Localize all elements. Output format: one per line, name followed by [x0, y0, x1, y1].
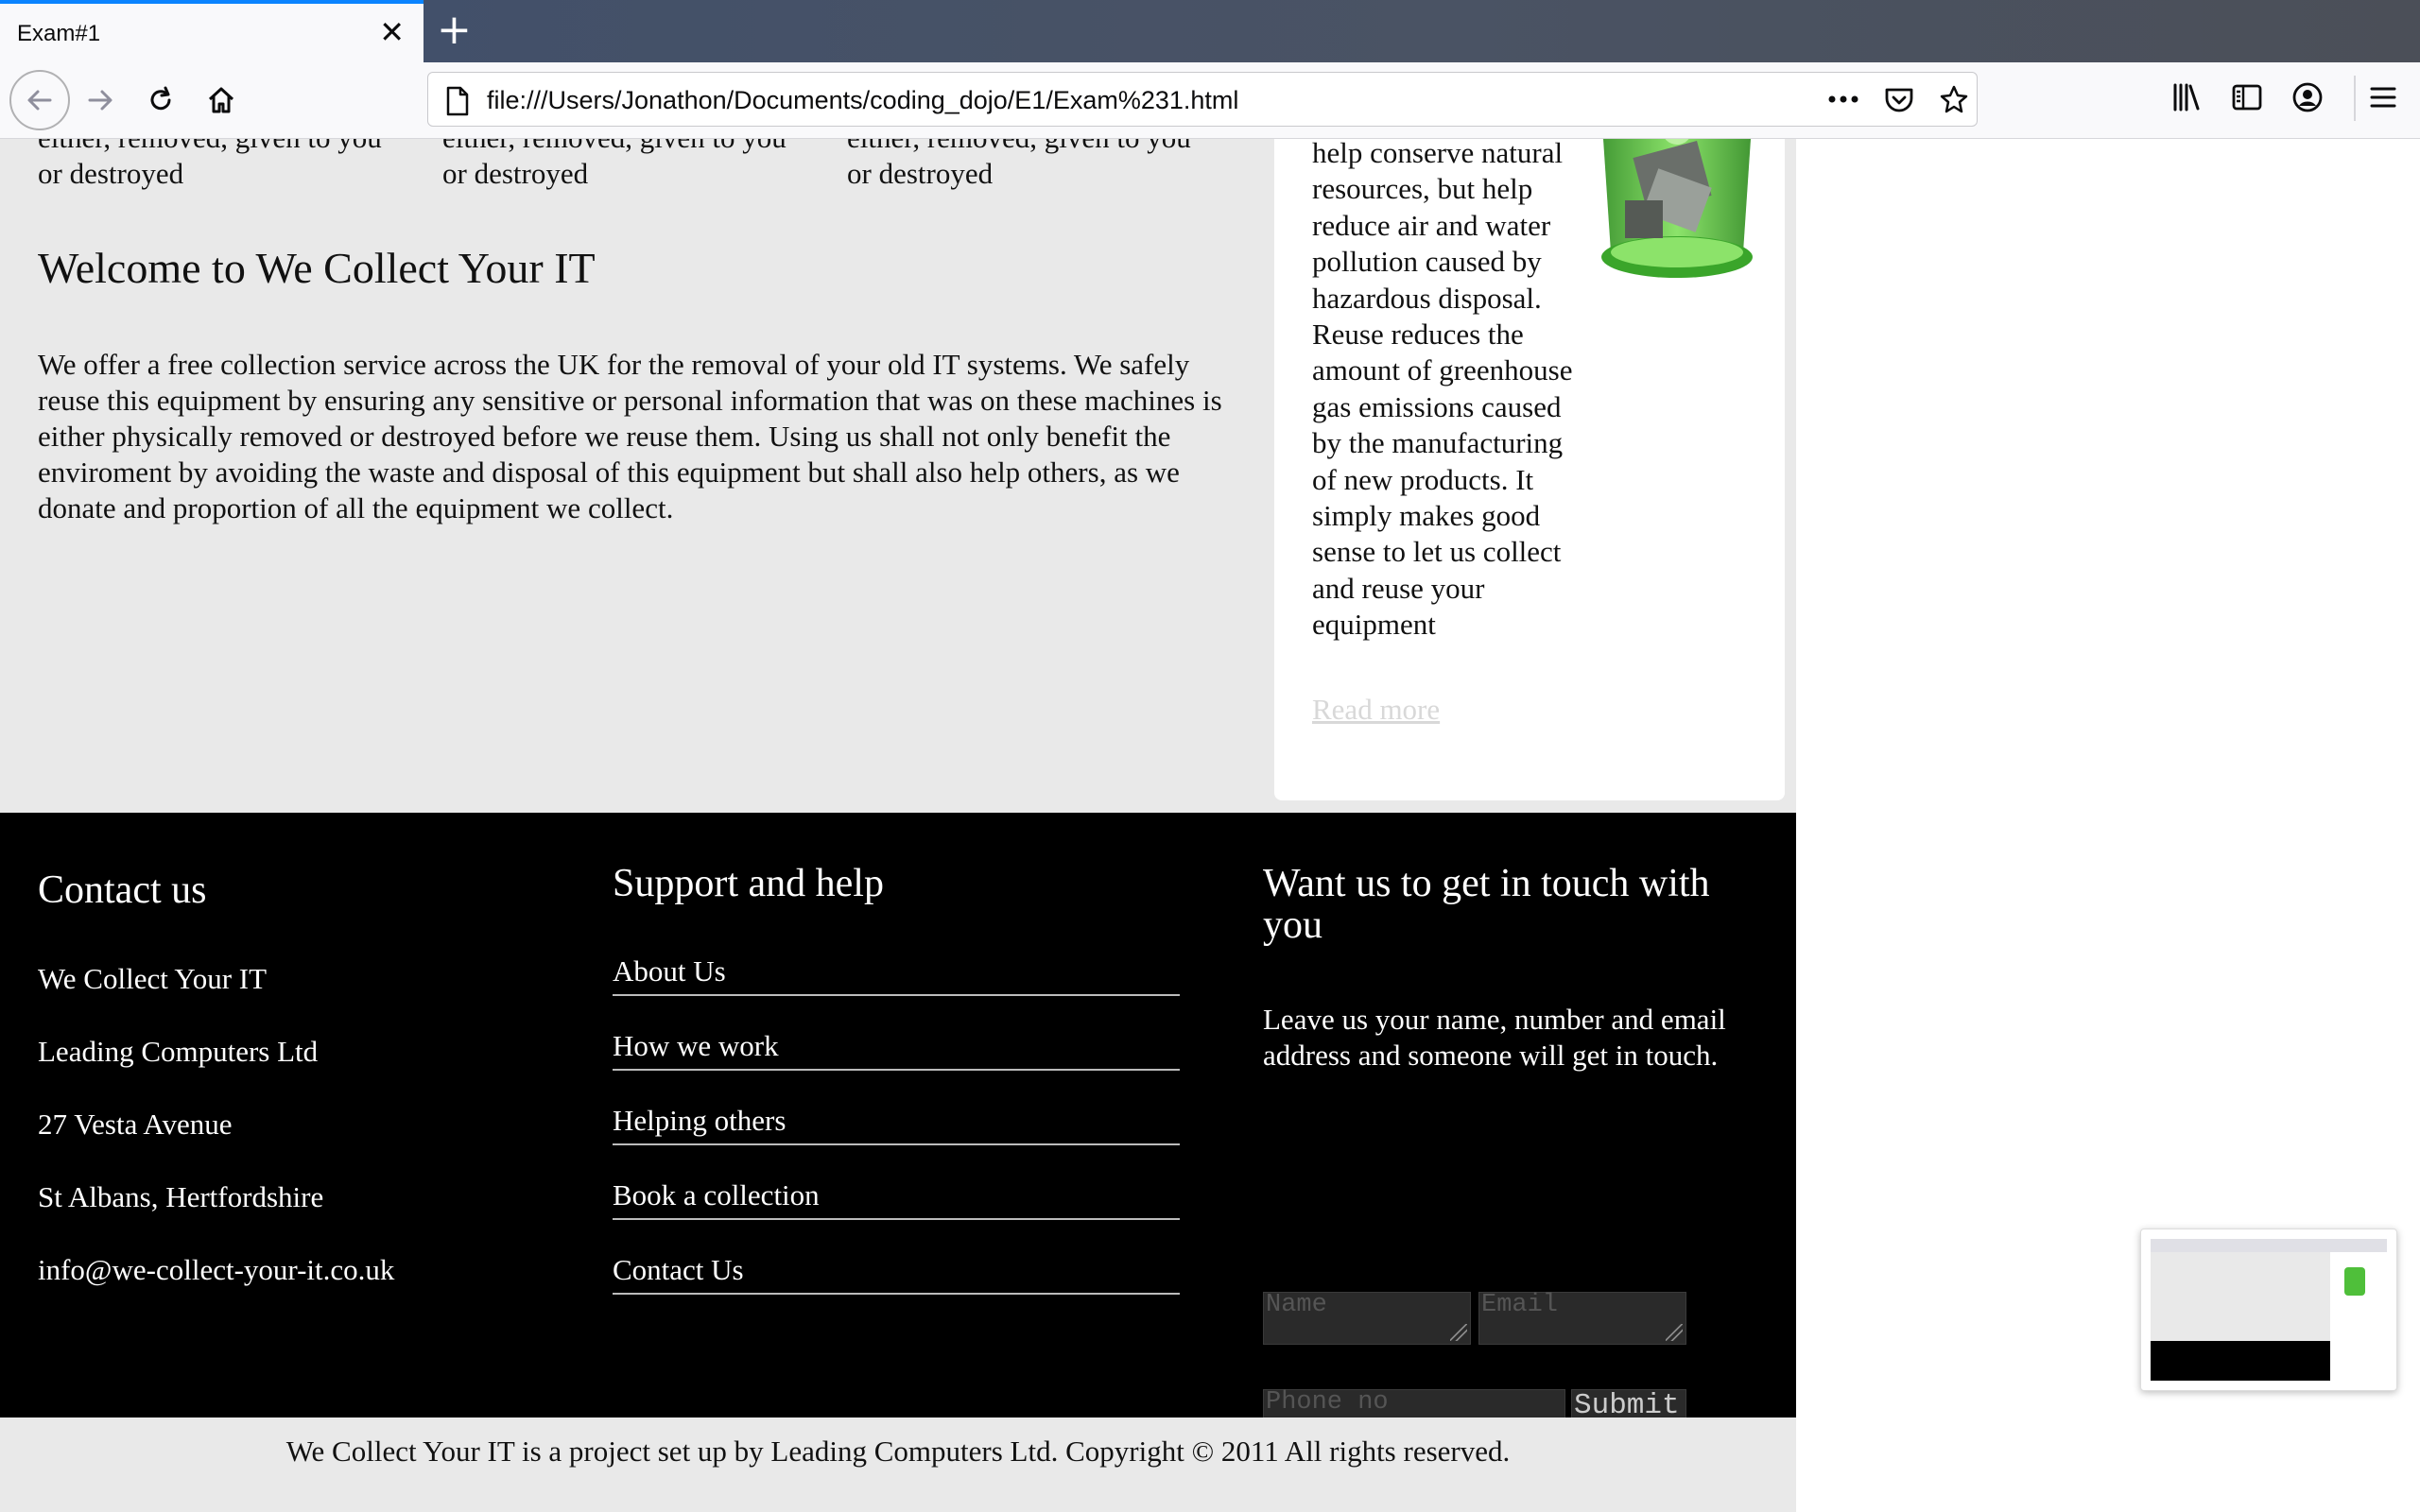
column-fragment-3: either, removed, given to you or destroy…	[847, 139, 1191, 192]
tab-active[interactable]: Exam#1 ✕	[0, 0, 424, 62]
column-fragment-line2: or destroyed	[442, 157, 589, 190]
contact-line-email: info@we-collect-your-it.co.uk	[38, 1253, 395, 1286]
contact-line-city: St Albans, Hertfordshire	[38, 1180, 324, 1213]
home-button[interactable]	[195, 74, 248, 127]
forward-button[interactable]	[74, 74, 127, 127]
pocket-icon[interactable]	[1884, 86, 1914, 114]
home-icon	[208, 87, 234, 113]
column-fragment-line1: either, removed, given to you	[38, 139, 382, 156]
copyright-text: We Collect Your IT is a project set up b…	[285, 1435, 1511, 1468]
url-text: file:///Users/Jonathon/Documents/coding_…	[487, 86, 1239, 114]
aside-text: help conserve natural resources, but hel…	[1312, 139, 1573, 642]
reload-button[interactable]	[134, 74, 187, 127]
contact-line-ltd: Leading Computers Ltd	[38, 1035, 319, 1068]
navigation-toolbar: file:///Users/Jonathon/Documents/coding_…	[0, 62, 2420, 139]
support-heading: Support and help	[613, 862, 884, 905]
column-fragment-1: either, removed, given to you or destroy…	[38, 139, 382, 192]
more-actions-icon[interactable]	[1827, 92, 1859, 107]
column-fragment-line2: or destroyed	[38, 157, 184, 190]
url-bar[interactable]: file:///Users/Jonathon/Documents/coding_…	[427, 72, 1978, 127]
copyright-bar: We Collect Your IT is a project set up b…	[0, 1418, 1796, 1512]
touch-heading: Want us to get in touch with you	[1263, 862, 1710, 947]
recycle-aside: help conserve natural resources, but hel…	[1274, 139, 1785, 800]
footer-link-about-us[interactable]: About Us	[613, 954, 1180, 996]
footer: Contact us We Collect Your IT Leading Co…	[0, 813, 1796, 1442]
screenshot-thumbnail[interactable]	[2140, 1228, 2397, 1391]
bookmark-star-icon[interactable]	[1939, 84, 1969, 114]
new-tab-icon[interactable]: +	[437, 6, 472, 55]
footer-link-book-collection[interactable]: Book a collection	[613, 1178, 1180, 1220]
tab-strip: Exam#1 ✕ +	[0, 0, 2420, 62]
close-tab-icon[interactable]: ✕	[379, 17, 405, 47]
column-fragment-2: either, removed, given to you or destroy…	[442, 139, 786, 192]
contact-heading: Contact us	[38, 868, 207, 912]
footer-link-helping-others[interactable]: Helping others	[613, 1104, 1180, 1145]
back-arrow-icon	[27, 90, 52, 111]
email-input[interactable]: Email	[1478, 1292, 1686, 1345]
back-button[interactable]	[9, 70, 70, 130]
thumbnail-preview	[2151, 1239, 2387, 1381]
contact-line-company: We Collect Your IT	[38, 962, 268, 995]
toolbar-divider	[2354, 76, 2356, 121]
recycle-bin-image	[1582, 139, 1772, 290]
welcome-heading: Welcome to We Collect Your IT	[38, 244, 596, 292]
account-icon[interactable]	[2291, 81, 2324, 113]
welcome-paragraph: We offer a free collection service acros…	[38, 348, 1222, 524]
column-fragment-line2: or destroyed	[847, 157, 994, 190]
column-fragment-line1: either, removed, given to you	[442, 139, 786, 156]
footer-link-how-we-work[interactable]: How we work	[613, 1029, 1180, 1071]
forward-arrow-icon	[88, 90, 112, 111]
page: either, removed, given to you or destroy…	[0, 139, 1796, 1512]
name-input[interactable]: Name	[1263, 1292, 1471, 1345]
page-viewport: either, removed, given to you or destroy…	[0, 139, 2420, 1512]
contact-line-street: 27 Vesta Avenue	[38, 1108, 233, 1141]
footer-link-contact-us[interactable]: Contact Us	[613, 1253, 1180, 1295]
read-more-link[interactable]: Read more	[1312, 693, 1440, 727]
column-fragment-line1: either, removed, given to you	[847, 139, 1191, 156]
touch-description: Leave us your name, number and email add…	[1263, 1003, 1726, 1072]
page-icon	[446, 86, 469, 116]
sidebar-icon[interactable]	[2231, 81, 2263, 113]
tab-title: Exam#1	[17, 21, 101, 46]
library-icon[interactable]	[2170, 81, 2203, 113]
reload-icon	[150, 86, 171, 111]
menu-icon[interactable]	[2367, 81, 2399, 113]
